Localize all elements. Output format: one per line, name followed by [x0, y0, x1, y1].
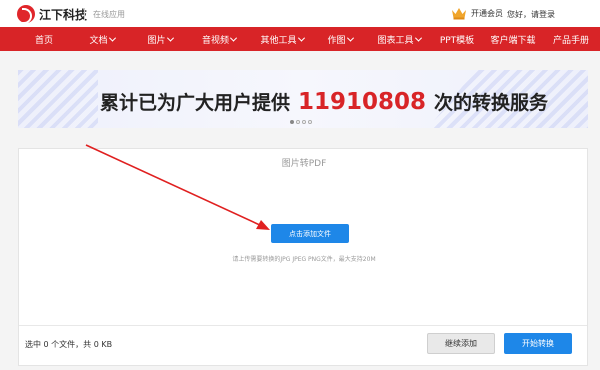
- nav-item-client-download[interactable]: 客户端下载: [482, 27, 544, 51]
- upload-panel: 图片转PDF 点击添加文件 请上传需要转换的JPG JPEG PNG文件，最大支…: [18, 148, 588, 366]
- file-count-status: 选中 0 个文件，共 0 KB: [25, 340, 113, 349]
- nav-item-av[interactable]: 音视频: [188, 27, 250, 51]
- vip-link[interactable]: 开通会员: [451, 6, 503, 20]
- start-convert-button[interactable]: 开始转换: [504, 333, 572, 354]
- nav-item-documents[interactable]: 文档: [72, 27, 132, 51]
- brand-tagline: 在线应用: [93, 10, 125, 19]
- chevron-down-icon: [414, 34, 422, 42]
- add-file-button[interactable]: 点击添加文件: [271, 224, 349, 243]
- banner-decoration: [18, 70, 98, 128]
- top-header: 江下科技 在线应用 开通会员 您好，请登录: [0, 0, 600, 27]
- nav-item-manual[interactable]: 产品手册: [544, 27, 598, 51]
- continue-add-button[interactable]: 继续添加: [427, 333, 495, 354]
- chevron-down-icon: [229, 34, 238, 42]
- chevron-down-icon: [346, 34, 354, 42]
- header-divider: [84, 8, 85, 20]
- carousel-dot[interactable]: [296, 120, 300, 124]
- banner-headline: 累计已为广大用户提供 11910808 次的转换服务: [100, 89, 549, 115]
- chevron-down-icon: [108, 34, 116, 42]
- divider: [19, 325, 587, 326]
- nav-item-drawing[interactable]: 作图: [314, 27, 366, 51]
- carousel-dots: [290, 120, 314, 124]
- carousel-dot[interactable]: [302, 120, 306, 124]
- chevron-down-icon: [166, 34, 174, 42]
- logo-icon: [17, 5, 35, 24]
- nav-item-chart-tools[interactable]: 图表工具: [366, 27, 432, 51]
- tool-title: 图片转PDF: [281, 159, 327, 169]
- service-count: 11910808: [298, 89, 427, 115]
- vip-label: 开通会员: [471, 8, 503, 18]
- nav-item-images[interactable]: 图片: [132, 27, 188, 51]
- crown-icon: [451, 6, 467, 20]
- main-nav: 首页 文档 图片 音视频 其他工具 作图 图表工具 PPT模板 客户端下载 产品…: [0, 27, 600, 51]
- logo[interactable]: 江下科技: [17, 5, 88, 24]
- upload-hint: 请上传需要转换的JPG JPEG PNG文件，最大支持20M: [232, 256, 376, 263]
- carousel-dot[interactable]: [290, 120, 294, 124]
- brand-name: 江下科技: [39, 7, 88, 22]
- nav-item-other-tools[interactable]: 其他工具: [250, 27, 314, 51]
- nav-item-ppt-templates[interactable]: PPT模板: [432, 27, 482, 51]
- nav-item-home[interactable]: 首页: [16, 27, 72, 51]
- login-link[interactable]: 您好，请登录: [507, 9, 555, 20]
- carousel-dot[interactable]: [308, 120, 312, 124]
- chevron-down-icon: [297, 34, 305, 42]
